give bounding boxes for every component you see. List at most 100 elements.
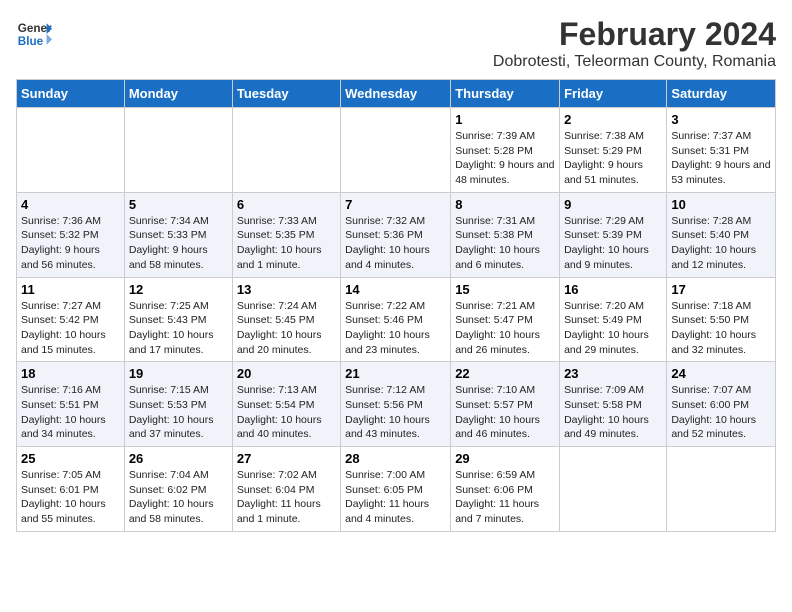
calendar-cell: 9 Sunrise: 7:29 AMSunset: 5:39 PMDaylight… xyxy=(560,192,667,277)
calendar-cell: 21 Sunrise: 7:12 AMSunset: 5:56 PMDayligh… xyxy=(341,362,451,447)
day-number: 10 xyxy=(671,197,771,212)
day-number: 11 xyxy=(21,282,120,297)
calendar-cell: 1 Sunrise: 7:39 AMSunset: 5:28 PMDaylight… xyxy=(451,108,560,193)
day-info: Sunrise: 7:16 AMSunset: 5:51 PMDaylight:… xyxy=(21,383,120,442)
day-number: 4 xyxy=(21,197,120,212)
calendar-table: SundayMondayTuesdayWednesdayThursdayFrid… xyxy=(16,79,776,532)
calendar-cell: 4 Sunrise: 7:36 AMSunset: 5:32 PMDaylight… xyxy=(17,192,125,277)
page-header: General Blue February 2024 Dobrotesti, T… xyxy=(16,16,776,71)
day-number: 6 xyxy=(237,197,336,212)
day-number: 2 xyxy=(564,112,662,127)
calendar-cell xyxy=(232,108,340,193)
day-info: Sunrise: 7:34 AMSunset: 5:33 PMDaylight:… xyxy=(129,214,228,273)
day-number: 5 xyxy=(129,197,228,212)
day-number: 24 xyxy=(671,366,771,381)
calendar-cell: 7Sunrise: 7:32 AMSunset: 5:36 PMDaylight… xyxy=(341,192,451,277)
calendar-cell: 17Sunrise: 7:18 AMSunset: 5:50 PMDayligh… xyxy=(667,277,776,362)
calendar-cell: 3 Sunrise: 7:37 AMSunset: 5:31 PMDaylight… xyxy=(667,108,776,193)
day-info: Sunrise: 7:28 AMSunset: 5:40 PMDaylight:… xyxy=(671,214,771,273)
day-number: 27 xyxy=(237,451,336,466)
calendar-cell: 8 Sunrise: 7:31 AMSunset: 5:38 PMDaylight… xyxy=(451,192,560,277)
day-info: Sunrise: 7:15 AMSunset: 5:53 PMDaylight:… xyxy=(129,383,228,442)
day-info: Sunrise: 7:29 AMSunset: 5:39 PMDaylight:… xyxy=(564,214,662,273)
day-info: Sunrise: 7:05 AMSunset: 6:01 PMDaylight:… xyxy=(21,468,120,527)
day-info: Sunrise: 7:33 AMSunset: 5:35 PMDaylight:… xyxy=(237,214,336,273)
calendar-cell: 2 Sunrise: 7:38 AMSunset: 5:29 PMDaylight… xyxy=(560,108,667,193)
day-number: 25 xyxy=(21,451,120,466)
day-number: 20 xyxy=(237,366,336,381)
calendar-cell xyxy=(667,447,776,532)
subtitle: Dobrotesti, Teleorman County, Romania xyxy=(493,53,776,71)
header-cell-sunday: Sunday xyxy=(17,80,125,108)
day-info: Sunrise: 7:38 AMSunset: 5:29 PMDaylight:… xyxy=(564,129,662,188)
day-number: 14 xyxy=(345,282,446,297)
day-number: 1 xyxy=(455,112,555,127)
week-row-1: 1 Sunrise: 7:39 AMSunset: 5:28 PMDaylight… xyxy=(17,108,776,193)
day-info: Sunrise: 7:04 AMSunset: 6:02 PMDaylight:… xyxy=(129,468,228,527)
day-number: 9 xyxy=(564,197,662,212)
calendar-header: SundayMondayTuesdayWednesdayThursdayFrid… xyxy=(17,80,776,108)
day-number: 29 xyxy=(455,451,555,466)
calendar-cell xyxy=(124,108,232,193)
day-info: Sunrise: 7:36 AMSunset: 5:32 PMDaylight:… xyxy=(21,214,120,273)
calendar-cell xyxy=(341,108,451,193)
day-number: 16 xyxy=(564,282,662,297)
day-number: 13 xyxy=(237,282,336,297)
header-cell-saturday: Saturday xyxy=(667,80,776,108)
header-cell-monday: Monday xyxy=(124,80,232,108)
header-cell-friday: Friday xyxy=(560,80,667,108)
day-number: 7 xyxy=(345,197,446,212)
day-info: Sunrise: 7:37 AMSunset: 5:31 PMDaylight:… xyxy=(671,129,771,188)
day-number: 12 xyxy=(129,282,228,297)
calendar-cell: 28Sunrise: 7:00 AMSunset: 6:05 PMDayligh… xyxy=(341,447,451,532)
day-number: 8 xyxy=(455,197,555,212)
svg-text:Blue: Blue xyxy=(18,35,44,48)
calendar-cell: 6 Sunrise: 7:33 AMSunset: 5:35 PMDaylight… xyxy=(232,192,340,277)
day-number: 17 xyxy=(671,282,771,297)
calendar-cell: 5 Sunrise: 7:34 AMSunset: 5:33 PMDaylight… xyxy=(124,192,232,277)
day-info: Sunrise: 7:12 AMSunset: 5:56 PMDaylight:… xyxy=(345,383,446,442)
logo-icon: General Blue xyxy=(16,16,52,52)
day-number: 15 xyxy=(455,282,555,297)
calendar-cell: 18 Sunrise: 7:16 AMSunset: 5:51 PMDayligh… xyxy=(17,362,125,447)
calendar-cell: 29Sunrise: 6:59 AMSunset: 6:06 PMDayligh… xyxy=(451,447,560,532)
day-info: Sunrise: 7:09 AMSunset: 5:58 PMDaylight:… xyxy=(564,383,662,442)
calendar-cell: 12Sunrise: 7:25 AMSunset: 5:43 PMDayligh… xyxy=(124,277,232,362)
calendar-cell: 26 Sunrise: 7:04 AMSunset: 6:02 PMDayligh… xyxy=(124,447,232,532)
day-info: Sunrise: 7:20 AMSunset: 5:49 PMDaylight:… xyxy=(564,299,662,358)
calendar-cell: 23 Sunrise: 7:09 AMSunset: 5:58 PMDayligh… xyxy=(560,362,667,447)
day-info: Sunrise: 7:39 AMSunset: 5:28 PMDaylight:… xyxy=(455,129,555,188)
calendar-cell: 27 Sunrise: 7:02 AMSunset: 6:04 PMDayligh… xyxy=(232,447,340,532)
calendar-cell: 13 Sunrise: 7:24 AMSunset: 5:45 PMDayligh… xyxy=(232,277,340,362)
day-info: Sunrise: 7:24 AMSunset: 5:45 PMDaylight:… xyxy=(237,299,336,358)
day-number: 28 xyxy=(345,451,446,466)
day-number: 22 xyxy=(455,366,555,381)
calendar-cell: 16 Sunrise: 7:20 AMSunset: 5:49 PMDayligh… xyxy=(560,277,667,362)
day-info: Sunrise: 7:22 AMSunset: 5:46 PMDaylight:… xyxy=(345,299,446,358)
day-number: 23 xyxy=(564,366,662,381)
header-row: SundayMondayTuesdayWednesdayThursdayFrid… xyxy=(17,80,776,108)
main-title: February 2024 xyxy=(493,16,776,53)
week-row-4: 18 Sunrise: 7:16 AMSunset: 5:51 PMDayligh… xyxy=(17,362,776,447)
calendar-cell xyxy=(560,447,667,532)
week-row-5: 25 Sunrise: 7:05 AMSunset: 6:01 PMDayligh… xyxy=(17,447,776,532)
day-info: Sunrise: 7:21 AMSunset: 5:47 PMDaylight:… xyxy=(455,299,555,358)
calendar-cell: 25 Sunrise: 7:05 AMSunset: 6:01 PMDayligh… xyxy=(17,447,125,532)
day-number: 21 xyxy=(345,366,446,381)
header-cell-tuesday: Tuesday xyxy=(232,80,340,108)
calendar-cell: 10 Sunrise: 7:28 AMSunset: 5:40 PMDayligh… xyxy=(667,192,776,277)
day-info: Sunrise: 7:31 AMSunset: 5:38 PMDaylight:… xyxy=(455,214,555,273)
day-number: 3 xyxy=(671,112,771,127)
week-row-3: 11Sunrise: 7:27 AMSunset: 5:42 PMDayligh… xyxy=(17,277,776,362)
day-number: 18 xyxy=(21,366,120,381)
day-number: 26 xyxy=(129,451,228,466)
day-info: Sunrise: 7:07 AMSunset: 6:00 PMDaylight:… xyxy=(671,383,771,442)
day-info: Sunrise: 7:13 AMSunset: 5:54 PMDaylight:… xyxy=(237,383,336,442)
title-section: February 2024 Dobrotesti, Teleorman Coun… xyxy=(493,16,776,71)
day-info: Sunrise: 7:02 AMSunset: 6:04 PMDaylight:… xyxy=(237,468,336,527)
calendar-body: 1 Sunrise: 7:39 AMSunset: 5:28 PMDaylight… xyxy=(17,108,776,532)
calendar-cell: 24 Sunrise: 7:07 AMSunset: 6:00 PMDayligh… xyxy=(667,362,776,447)
calendar-cell: 11Sunrise: 7:27 AMSunset: 5:42 PMDayligh… xyxy=(17,277,125,362)
calendar-cell: 19Sunrise: 7:15 AMSunset: 5:53 PMDayligh… xyxy=(124,362,232,447)
day-info: Sunrise: 7:10 AMSunset: 5:57 PMDaylight:… xyxy=(455,383,555,442)
